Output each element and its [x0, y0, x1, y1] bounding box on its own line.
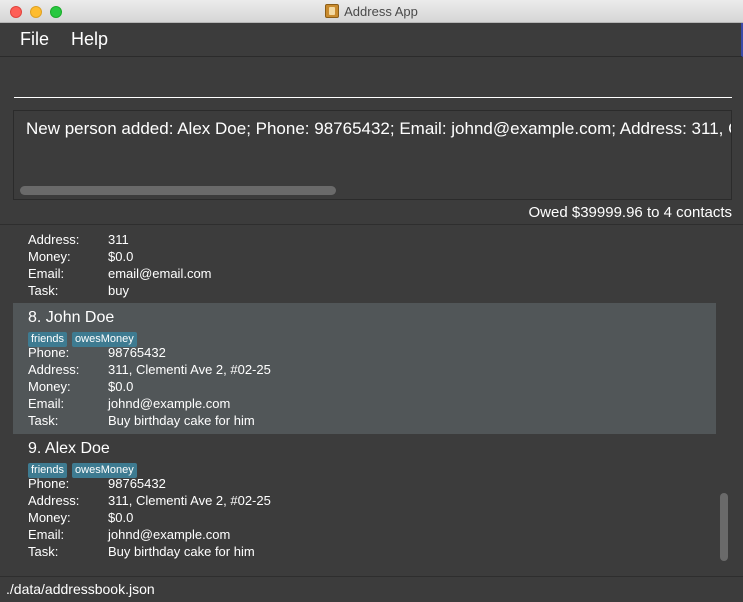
- address-field: Address: 311: [28, 234, 129, 247]
- task-value: Buy birthday cake for him: [108, 413, 255, 428]
- money-value: $0.0: [108, 249, 134, 264]
- divider: [0, 224, 743, 225]
- window-title-group: Address App: [0, 3, 743, 20]
- task-field: Task: Buy birthday cake for him: [28, 544, 255, 559]
- task-label: Task:: [28, 544, 59, 559]
- command-box: [0, 58, 743, 104]
- menu-help[interactable]: Help: [71, 29, 108, 50]
- phone-field: Phone: 98765432: [28, 345, 166, 360]
- result-message: New person added: Alex Doe; Phone: 98765…: [26, 119, 731, 138]
- email-value: johnd@example.com: [108, 396, 231, 411]
- address-label: Address:: [28, 234, 80, 247]
- person-card-selected[interactable]: 8. John Doe friends owesMoney Phone: 98765…: [13, 303, 716, 434]
- phone-value: 98765432: [108, 476, 166, 491]
- money-field: Money: $0.0: [28, 510, 133, 525]
- tag-list: friends owesMoney: [28, 329, 142, 347]
- phone-label: Phone:: [28, 345, 70, 360]
- email-field: Email: johnd@example.com: [28, 396, 230, 411]
- task-field: Task: buy: [28, 283, 129, 298]
- email-label: Email:: [28, 396, 65, 411]
- money-value: $0.0: [108, 510, 134, 525]
- owed-summary: Owed $39999.96 to 4 contacts: [528, 204, 732, 221]
- money-field: Money: $0.0: [28, 379, 133, 394]
- status-file-path: ./data/addressbook.json: [6, 581, 155, 597]
- title-bar: Address App: [0, 0, 743, 23]
- person-list: Address: 311 Money: $0.0 Email: email@email…: [13, 234, 732, 567]
- money-label: Money:: [28, 510, 71, 525]
- address-book-icon: [325, 4, 340, 18]
- tag-list: friends owesMoney: [28, 460, 142, 478]
- result-display: New person added: Alex Doe; Phone: 98765…: [13, 110, 732, 200]
- money-field: Money: $0.0: [28, 249, 133, 264]
- command-input[interactable]: [14, 62, 732, 98]
- email-field: Email: email@email.com: [28, 266, 212, 281]
- task-label: Task:: [28, 283, 59, 298]
- app-window: Address App File Help New person added: …: [0, 0, 743, 602]
- address-value: 311, Clementi Ave 2, #02-25: [108, 362, 271, 377]
- address-value: 311: [108, 234, 129, 247]
- money-label: Money:: [28, 249, 71, 264]
- person-card[interactable]: Address: 311 Money: $0.0 Email: email@email…: [13, 234, 716, 303]
- phone-value: 98765432: [108, 345, 166, 360]
- list-vertical-scrollbar-track[interactable]: [718, 234, 730, 567]
- email-field: Email: johnd@example.com: [28, 527, 230, 542]
- address-label: Address:: [28, 362, 80, 377]
- person-card[interactable]: 9. Alex Doe friends owesMoney Phone: 98765…: [13, 434, 716, 565]
- address-value: 311, Clementi Ave 2, #02-25: [108, 493, 271, 508]
- email-value: email@email.com: [108, 266, 212, 281]
- person-name: 9. Alex Doe: [28, 440, 110, 457]
- money-label: Money:: [28, 379, 71, 394]
- status-bar: ./data/addressbook.json: [0, 576, 743, 602]
- phone-label: Phone:: [28, 476, 70, 491]
- email-value: johnd@example.com: [108, 527, 231, 542]
- email-label: Email:: [28, 527, 65, 542]
- task-label: Task:: [28, 413, 59, 428]
- window-title: Address App: [344, 4, 418, 19]
- menu-bar: File Help: [0, 23, 743, 57]
- address-label: Address:: [28, 493, 80, 508]
- task-value: Buy birthday cake for him: [108, 544, 255, 559]
- task-value: buy: [108, 283, 129, 298]
- address-field: Address: 311, Clementi Ave 2, #02-25: [28, 362, 271, 377]
- money-value: $0.0: [108, 379, 134, 394]
- address-field: Address: 311, Clementi Ave 2, #02-25: [28, 493, 271, 508]
- menu-file[interactable]: File: [20, 29, 49, 50]
- phone-field: Phone: 98765432: [28, 476, 166, 491]
- result-horizontal-scrollbar[interactable]: [20, 186, 336, 195]
- email-label: Email:: [28, 266, 65, 281]
- list-vertical-scrollbar-thumb[interactable]: [720, 493, 728, 561]
- task-field: Task: Buy birthday cake for him: [28, 413, 255, 428]
- person-name: 8. John Doe: [28, 309, 115, 326]
